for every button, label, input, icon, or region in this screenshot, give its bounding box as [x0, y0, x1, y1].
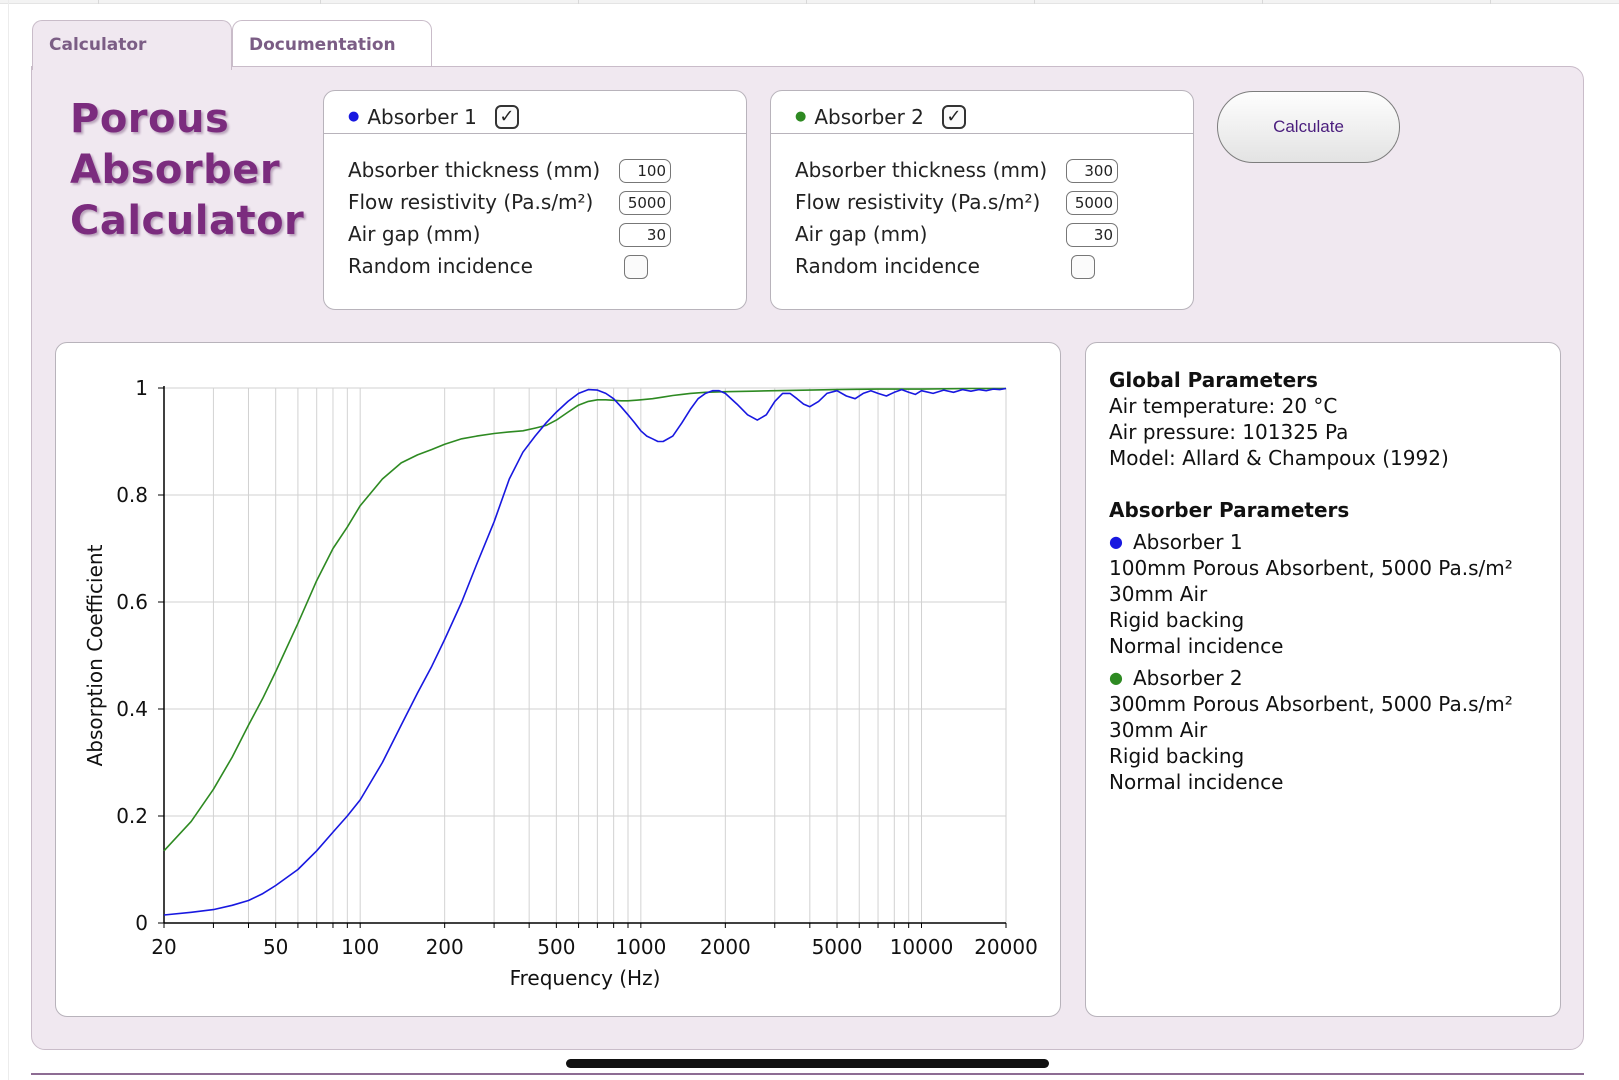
absorber-2-airgap-input[interactable]: 30: [1066, 223, 1118, 247]
absorber-2-thickness-input[interactable]: 300: [1066, 159, 1118, 183]
info-line: 30mm Air: [1109, 582, 1208, 606]
absorber-1-enable-checkbox[interactable]: ✓: [494, 104, 519, 129]
top-rule: [0, 0, 1619, 4]
absorber-1-thickness-input[interactable]: 100: [619, 159, 671, 183]
absorber-1-flow-input[interactable]: 5000: [619, 191, 671, 215]
info-line: Rigid backing: [1109, 608, 1245, 632]
absorber-1-random-label: Random incidence: [348, 254, 533, 278]
absorber-1-random-checkbox[interactable]: [624, 255, 648, 279]
x-axis-label: Frequency (Hz): [510, 966, 661, 990]
home-indicator: [566, 1059, 1049, 1068]
info-absorber-1: ● Absorber 1: [1109, 529, 1560, 555]
app-title-line: Calculator: [70, 198, 305, 244]
absorber-2-flow-input[interactable]: 5000: [1066, 191, 1118, 215]
x-tick-label: 500: [537, 935, 575, 959]
tab-documentation[interactable]: Documentation: [232, 20, 432, 68]
left-edge: [8, 0, 9, 1080]
app-title-line: Porous: [70, 96, 230, 142]
absorber-2-enable-checkbox[interactable]: ✓: [941, 104, 966, 129]
calculate-button[interactable]: Calculate: [1217, 91, 1400, 163]
absorber-1-series-line: [163, 387, 1007, 916]
x-tick-label: 2000: [700, 935, 751, 959]
y-tick-label: 1: [135, 376, 148, 400]
absorber-2-panel: ● Absorber 2 ✓ Absorber thickness (mm) 3…: [770, 90, 1194, 310]
info-line: 100mm Porous Absorbent, 5000 Pa.s/m²: [1109, 556, 1513, 580]
absorber-1-panel: ● Absorber 1 ✓ Absorber thickness (mm) 1…: [323, 90, 747, 310]
app-title: Porous Absorber Calculator: [70, 94, 310, 247]
y-tick-label: 0.2: [116, 804, 148, 828]
x-tick-label: 20000: [974, 935, 1038, 959]
info-absorber-2: ● Absorber 2: [1109, 665, 1560, 691]
bottom-rule: [31, 1073, 1584, 1075]
absorber-2-random-label: Random incidence: [795, 254, 980, 278]
info-line: 30mm Air: [1109, 718, 1208, 742]
chart-panel: 20 50 100 200 500 1000 2000 5000 10000 20000 0 0.2 0…: [55, 342, 1061, 1017]
absorber-2-dot-icon: ●: [795, 109, 807, 124]
absorber-1-dot-icon: ●: [348, 109, 360, 124]
y-tick-label: 0.4: [116, 697, 148, 721]
absorber-2-series-line: [163, 387, 1006, 852]
x-tick-label: 100: [341, 935, 379, 959]
info-line: Normal incidence: [1109, 634, 1284, 658]
info-absorber-2-name: Absorber 2: [1133, 666, 1243, 690]
absorber-1-dot-icon: ●: [1109, 532, 1123, 551]
y-tick-label: 0.8: [116, 483, 148, 507]
y-tick-label: 0.6: [116, 590, 148, 614]
chart-series: [163, 387, 1007, 916]
info-panel: Global Parameters Air temperature: 20 °C…: [1085, 342, 1561, 1017]
global-param-line: Model: Allard & Champoux (1992): [1109, 446, 1449, 470]
absorber-parameters-heading: Absorber Parameters: [1109, 498, 1350, 522]
tab-calculator[interactable]: Calculator: [32, 20, 232, 70]
info-line: Rigid backing: [1109, 744, 1245, 768]
absorber-1-header: ● Absorber 1 ✓: [324, 91, 746, 134]
x-tick-label: 50: [263, 935, 288, 959]
global-param-line: Air temperature: 20 °C: [1109, 394, 1338, 418]
absorption-chart: 20 50 100 200 500 1000 2000 5000 10000 20000 0 0.2 0…: [83, 376, 1038, 990]
y-tick-label: 0: [135, 911, 148, 935]
info-absorber-1-name: Absorber 1: [1133, 530, 1243, 554]
x-tick-label: 1000: [615, 935, 666, 959]
x-tick-label: 5000: [812, 935, 863, 959]
absorber-1-name: Absorber 1: [367, 104, 477, 129]
x-tick-label: 200: [426, 935, 464, 959]
y-axis-label: Absorption Coefficient: [83, 544, 107, 766]
absorber-2-header: ● Absorber 2 ✓: [771, 91, 1193, 134]
absorber-2-dot-icon: ●: [1109, 668, 1123, 687]
app-title-line: Absorber: [70, 147, 281, 193]
absorber-1-airgap-input[interactable]: 30: [619, 223, 671, 247]
info-line: 300mm Porous Absorbent, 5000 Pa.s/m²: [1109, 692, 1513, 716]
absorber-2-name: Absorber 2: [814, 104, 924, 129]
x-tick-label: 10000: [890, 935, 954, 959]
info-line: Normal incidence: [1109, 770, 1284, 794]
info-absorber-2-details: 300mm Porous Absorbent, 5000 Pa.s/m² 30m…: [1109, 691, 1560, 795]
info-absorber-1-details: 100mm Porous Absorbent, 5000 Pa.s/m² 30m…: [1109, 555, 1560, 659]
x-tick-label: 20: [151, 935, 176, 959]
chart-grid: [163, 387, 1007, 924]
global-param-line: Air pressure: 101325 Pa: [1109, 420, 1349, 444]
global-parameters-heading: Global Parameters: [1109, 368, 1318, 392]
chart-axes: [158, 386, 1007, 928]
absorber-2-random-checkbox[interactable]: [1071, 255, 1095, 279]
